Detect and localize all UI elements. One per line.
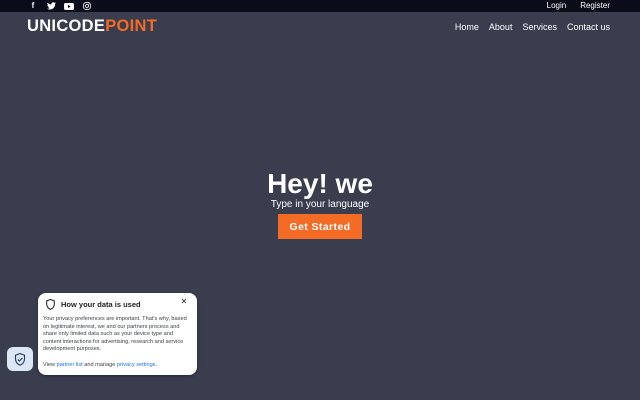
instagram-icon[interactable] (82, 1, 92, 11)
auth-links: Login Register (547, 0, 610, 12)
data-usage-dialog: How your data is used ✕ Your privacy pre… (38, 293, 197, 375)
logo-text-unicode: UNICODE (27, 17, 106, 35)
dialog-header: How your data is used (45, 299, 141, 310)
logo-text-point: POINT (105, 17, 158, 35)
top-bar: f Login Register (0, 0, 640, 12)
shield-check-icon (14, 352, 26, 366)
register-link[interactable]: Register (580, 0, 610, 12)
footer-text-manage: and manage (82, 362, 117, 368)
shield-icon (45, 299, 56, 310)
hero-title: Hey! we (267, 168, 373, 199)
footer-text-period: . (155, 362, 158, 368)
site-logo[interactable]: UNICODEPOINT (27, 16, 157, 36)
nav-about[interactable]: About (489, 20, 513, 34)
hero-subtitle: Type in your language (270, 199, 370, 210)
close-icon[interactable]: ✕ (179, 297, 189, 307)
twitter-icon[interactable] (46, 1, 56, 11)
partner-list-link[interactable]: partner list (57, 362, 83, 368)
dialog-body-text: Your privacy preferences are important. … (43, 316, 187, 352)
youtube-icon[interactable] (64, 1, 74, 11)
privacy-settings-link[interactable]: privacy settings (117, 362, 156, 368)
main-nav: Home About Services Contact us (455, 20, 610, 34)
dialog-footer: View partner list and manage privacy set… (43, 362, 193, 369)
footer-text-view: View (43, 362, 57, 368)
nav-home[interactable]: Home (455, 20, 479, 34)
nav-services[interactable]: Services (522, 20, 557, 34)
privacy-settings-button[interactable] (7, 347, 33, 371)
get-started-button[interactable]: Get Started (278, 214, 362, 239)
login-link[interactable]: Login (547, 0, 567, 12)
social-links: f (28, 0, 92, 12)
dialog-title: How your data is used (61, 299, 141, 309)
facebook-icon[interactable]: f (28, 1, 38, 11)
nav-contact-us[interactable]: Contact us (567, 20, 610, 34)
